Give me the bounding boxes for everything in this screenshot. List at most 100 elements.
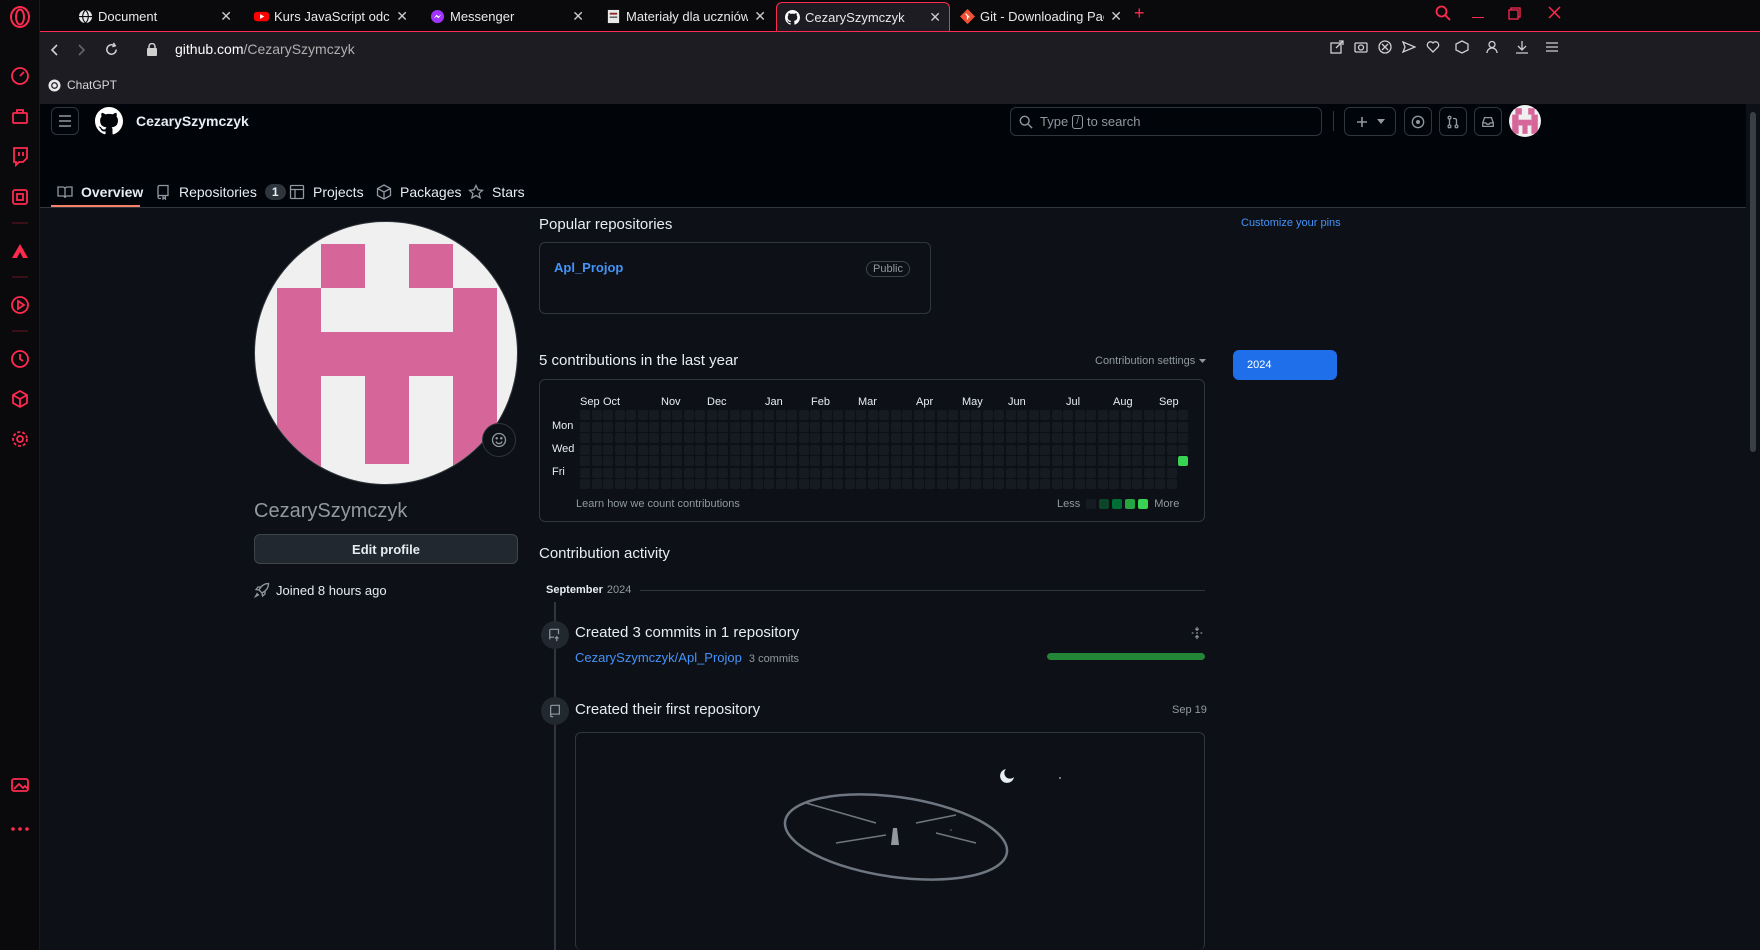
contribution-day[interactable] bbox=[591, 444, 602, 455]
contribution-day[interactable] bbox=[833, 433, 843, 443]
contribution-day[interactable] bbox=[925, 467, 935, 478]
contribution-day[interactable] bbox=[925, 433, 935, 443]
contribution-day[interactable] bbox=[614, 410, 625, 420]
contribution-day[interactable] bbox=[683, 410, 694, 420]
contribution-day[interactable] bbox=[1143, 410, 1154, 420]
player-icon[interactable] bbox=[9, 294, 31, 316]
contribution-day[interactable] bbox=[1132, 467, 1142, 478]
contribution-day[interactable] bbox=[902, 456, 912, 466]
contribution-day[interactable] bbox=[925, 421, 935, 432]
contribution-day[interactable] bbox=[626, 456, 636, 466]
contribution-day[interactable] bbox=[936, 421, 947, 432]
contribution-day[interactable] bbox=[1086, 456, 1096, 466]
contribution-day[interactable] bbox=[603, 421, 613, 432]
contribution-day[interactable] bbox=[971, 456, 981, 466]
contribution-day[interactable] bbox=[1132, 433, 1142, 443]
contribution-day[interactable] bbox=[890, 433, 901, 443]
contribution-day[interactable] bbox=[1063, 433, 1073, 443]
contribution-day[interactable] bbox=[913, 421, 924, 432]
customize-pins-link[interactable]: Customize your pins bbox=[1241, 217, 1341, 229]
contribution-day[interactable] bbox=[890, 410, 901, 420]
share-icon[interactable] bbox=[1330, 40, 1344, 54]
contribution-day[interactable] bbox=[1005, 433, 1016, 443]
contribution-day[interactable] bbox=[879, 421, 889, 432]
snapshot-icon[interactable] bbox=[1354, 40, 1368, 54]
contribution-day[interactable] bbox=[787, 467, 797, 478]
contribution-day[interactable] bbox=[890, 421, 901, 432]
contribution-day[interactable] bbox=[614, 479, 625, 489]
contribution-day[interactable] bbox=[925, 410, 935, 420]
contribution-day[interactable] bbox=[741, 444, 751, 455]
contribution-day[interactable] bbox=[695, 456, 705, 466]
contribution-day[interactable] bbox=[1143, 479, 1154, 489]
set-status-button[interactable] bbox=[482, 423, 516, 457]
contribution-day[interactable] bbox=[1132, 410, 1142, 420]
contribution-day[interactable] bbox=[1086, 433, 1096, 443]
contribution-day[interactable] bbox=[637, 410, 648, 420]
contribution-day[interactable] bbox=[672, 433, 682, 443]
contribution-day[interactable] bbox=[856, 421, 866, 432]
contribution-day[interactable] bbox=[1063, 421, 1073, 432]
contribution-day[interactable] bbox=[1074, 421, 1085, 432]
speed-dial-icon[interactable] bbox=[9, 65, 31, 87]
contribution-day[interactable] bbox=[649, 467, 659, 478]
contribution-day[interactable] bbox=[833, 467, 843, 478]
contribution-day[interactable] bbox=[706, 479, 717, 489]
contribution-day[interactable] bbox=[936, 444, 947, 455]
contribution-day[interactable] bbox=[718, 433, 728, 443]
contribution-day[interactable] bbox=[775, 433, 786, 443]
contribution-day[interactable] bbox=[1143, 456, 1154, 466]
contribution-day[interactable] bbox=[1178, 410, 1188, 420]
pinned-repo-name[interactable]: Apl_Projop bbox=[554, 260, 623, 275]
contribution-day[interactable] bbox=[1166, 456, 1177, 466]
search-input[interactable]: Type / to search bbox=[1010, 107, 1322, 136]
contribution-day[interactable] bbox=[1120, 444, 1131, 455]
contribution-day[interactable] bbox=[1028, 421, 1039, 432]
close-tab-icon[interactable]: ✕ bbox=[754, 8, 766, 25]
contribution-day[interactable] bbox=[902, 410, 912, 420]
contribution-day[interactable] bbox=[1143, 433, 1154, 443]
menu-hamburger-icon[interactable] bbox=[51, 107, 79, 135]
close-tab-icon[interactable]: ✕ bbox=[396, 8, 408, 25]
contribution-day[interactable] bbox=[1143, 467, 1154, 478]
contribution-day[interactable] bbox=[994, 433, 1004, 443]
contribution-day[interactable] bbox=[1086, 479, 1096, 489]
contribution-day[interactable] bbox=[867, 467, 878, 478]
contribution-day[interactable] bbox=[959, 456, 970, 466]
contribution-day[interactable] bbox=[580, 433, 590, 443]
contribution-day[interactable] bbox=[798, 467, 809, 478]
contribution-day[interactable] bbox=[982, 444, 993, 455]
contribution-day[interactable] bbox=[902, 433, 912, 443]
contribution-day[interactable] bbox=[798, 456, 809, 466]
contribution-day[interactable] bbox=[591, 433, 602, 443]
contribution-day[interactable] bbox=[1120, 433, 1131, 443]
contribution-day[interactable] bbox=[994, 479, 1004, 489]
contribution-day[interactable] bbox=[971, 421, 981, 432]
contribution-day[interactable] bbox=[948, 479, 958, 489]
contribution-day[interactable] bbox=[695, 433, 705, 443]
contribution-day[interactable] bbox=[879, 479, 889, 489]
tab-projects[interactable]: Projects bbox=[289, 176, 364, 208]
contribution-day[interactable] bbox=[614, 444, 625, 455]
contribution-day[interactable] bbox=[1063, 444, 1073, 455]
contribution-day[interactable] bbox=[1028, 444, 1039, 455]
contribution-day[interactable] bbox=[1132, 444, 1142, 455]
contribution-day[interactable] bbox=[660, 433, 671, 443]
contribution-day[interactable] bbox=[1120, 410, 1131, 420]
github-logo-icon[interactable] bbox=[95, 107, 123, 135]
contribution-day[interactable] bbox=[1155, 456, 1165, 466]
contribution-day[interactable] bbox=[890, 456, 901, 466]
contribution-day[interactable] bbox=[833, 456, 843, 466]
contribution-day[interactable] bbox=[867, 444, 878, 455]
contribution-day[interactable] bbox=[649, 479, 659, 489]
contribution-day[interactable] bbox=[959, 421, 970, 432]
contribution-day[interactable] bbox=[1017, 433, 1027, 443]
contribution-day[interactable] bbox=[1178, 421, 1188, 432]
contribution-day[interactable] bbox=[1074, 456, 1085, 466]
contribution-day[interactable] bbox=[752, 421, 763, 432]
contribution-day[interactable] bbox=[948, 444, 958, 455]
contribution-day[interactable] bbox=[1166, 467, 1177, 478]
contribution-day[interactable] bbox=[833, 410, 843, 420]
contribution-day[interactable] bbox=[1063, 410, 1073, 420]
contribution-day[interactable] bbox=[936, 433, 947, 443]
